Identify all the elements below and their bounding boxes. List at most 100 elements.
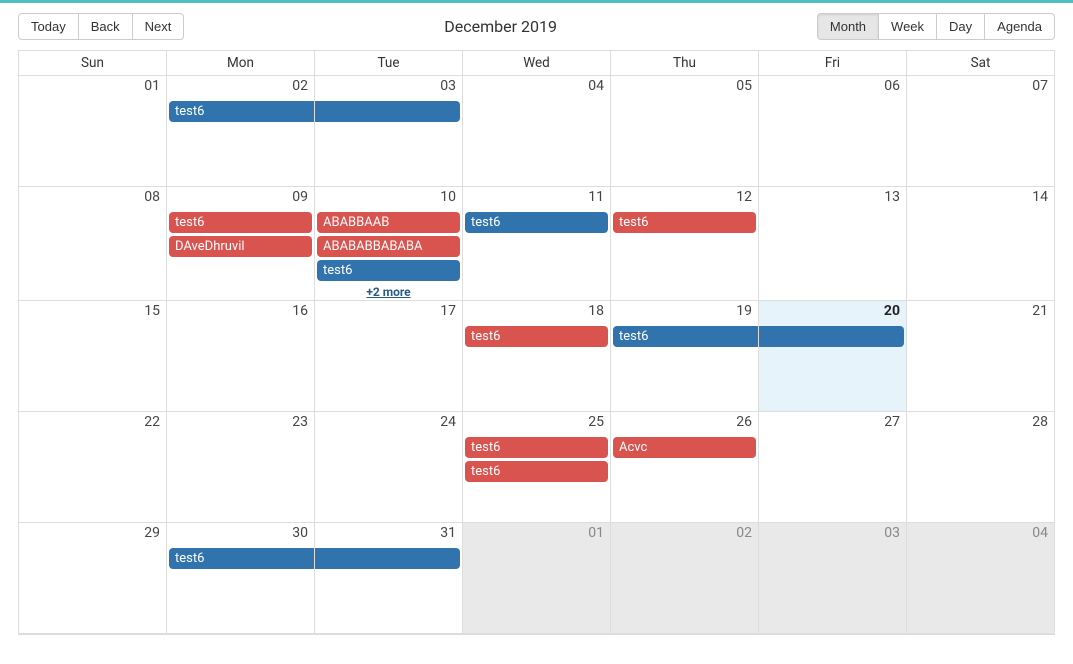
date-number: 12	[736, 189, 752, 205]
calendar-toolbar: Today Back Next December 2019 Month Week…	[0, 3, 1073, 50]
day-cell[interactable]: 03	[759, 523, 907, 633]
date-number: 16	[292, 303, 308, 319]
calendar-event[interactable]: test6	[317, 260, 460, 281]
week-row: 0809test6DAveDhruvil10ABABBAABABABABBABA…	[19, 187, 1054, 301]
date-number: 02	[292, 78, 308, 94]
date-number: 28	[1032, 414, 1048, 430]
calendar-event[interactable]: Acvc	[613, 437, 756, 458]
date-number: 20	[884, 303, 900, 319]
date-number: 24	[440, 414, 456, 430]
calendar-event[interactable]: test6	[169, 548, 314, 569]
date-number: 04	[588, 78, 604, 94]
calendar-event[interactable]: test6	[169, 101, 314, 122]
day-cell[interactable]: 18 test6	[463, 301, 611, 411]
day-cell[interactable]: 01	[19, 76, 167, 186]
day-cell[interactable]: 04	[907, 523, 1054, 633]
day-cell[interactable]: 02 test6	[167, 76, 315, 186]
week-row: 15 16 17 18 test6 19 test6 20 21	[19, 301, 1054, 412]
back-button[interactable]: Back	[79, 13, 133, 40]
date-number: 07	[1032, 78, 1048, 94]
date-number: 25	[588, 414, 604, 430]
view-button-group: Month Week Day Agenda	[817, 13, 1055, 40]
date-number: 29	[144, 525, 160, 541]
date-number: 01	[588, 525, 604, 541]
date-number: 19	[736, 303, 752, 319]
calendar-event[interactable]: test6	[613, 326, 758, 347]
date-number: 18	[588, 303, 604, 319]
calendar-event[interactable]: test6	[465, 212, 608, 233]
date-number: 09	[292, 189, 308, 205]
day-cell[interactable]: 29	[19, 523, 167, 633]
day-header: Wed	[463, 51, 611, 76]
view-week-button[interactable]: Week	[879, 13, 937, 40]
calendar-event[interactable]: ABABABBABABA	[317, 236, 460, 257]
day-cell[interactable]: 17	[315, 301, 463, 411]
day-cell[interactable]: 30 test6	[167, 523, 315, 633]
day-cell[interactable]: 27	[759, 412, 907, 522]
date-number: 23	[292, 414, 308, 430]
day-cell[interactable]: 15	[19, 301, 167, 411]
day-cell[interactable]: 19 test6	[611, 301, 759, 411]
day-cell[interactable]: 14	[907, 187, 1054, 300]
date-number: 30	[292, 525, 308, 541]
day-cell[interactable]: 07	[907, 76, 1054, 186]
calendar-event[interactable]: test6	[465, 437, 608, 458]
day-cell[interactable]: 01	[463, 523, 611, 633]
calendar-event[interactable]	[315, 101, 460, 122]
date-number: 21	[1032, 303, 1048, 319]
day-cell[interactable]: 10ABABBAABABABABBABABAtest6+2 more	[315, 187, 463, 300]
view-month-button[interactable]: Month	[817, 13, 879, 40]
date-number: 11	[588, 189, 604, 205]
date-number: 14	[1032, 189, 1048, 205]
date-number: 04	[1032, 525, 1048, 541]
day-cell[interactable]: 08	[19, 187, 167, 300]
calendar-event[interactable]: test6	[169, 212, 312, 233]
day-cell[interactable]: 28	[907, 412, 1054, 522]
calendar-title: December 2019	[184, 17, 817, 36]
week-row: 29 30 test6 31 01 02 03 04	[19, 523, 1054, 634]
next-button[interactable]: Next	[133, 13, 185, 40]
calendar-event[interactable]	[759, 326, 904, 347]
date-number: 13	[884, 189, 900, 205]
day-cell[interactable]: 23	[167, 412, 315, 522]
date-number: 02	[736, 525, 752, 541]
date-number: 01	[144, 78, 160, 94]
day-header: Tue	[315, 51, 463, 76]
day-cell[interactable]: 04	[463, 76, 611, 186]
day-header: Mon	[167, 51, 315, 76]
calendar-grid: SunMonTueWedThuFriSat 0102test6030405060…	[18, 50, 1055, 635]
day-cell[interactable]: 05	[611, 76, 759, 186]
day-cell[interactable]: 13	[759, 187, 907, 300]
date-number: 31	[440, 525, 456, 541]
view-agenda-button[interactable]: Agenda	[985, 13, 1055, 40]
week-row: 22 23 24 25 test6 test626Acvc 27 28	[19, 412, 1054, 523]
day-cell[interactable]: 26Acvc	[611, 412, 759, 522]
day-cell[interactable]: 31	[315, 523, 463, 633]
calendar-event[interactable]: test6	[613, 212, 756, 233]
date-number: 03	[884, 525, 900, 541]
day-cell[interactable]: 09 test6 DAveDhruvil	[167, 187, 315, 300]
today-button[interactable]: Today	[18, 13, 79, 40]
day-cell[interactable]: 11 test6	[463, 187, 611, 300]
calendar-event[interactable]	[315, 548, 460, 569]
day-cell[interactable]: 25 test6 test6	[463, 412, 611, 522]
nav-button-group: Today Back Next	[18, 13, 184, 40]
day-header: Thu	[611, 51, 759, 76]
day-cell[interactable]: 02	[611, 523, 759, 633]
day-cell[interactable]: 24	[315, 412, 463, 522]
date-number: 27	[884, 414, 900, 430]
day-cell[interactable]: 21	[907, 301, 1054, 411]
day-cell[interactable]: 16	[167, 301, 315, 411]
view-day-button[interactable]: Day	[937, 13, 985, 40]
day-cell[interactable]: 12 test6	[611, 187, 759, 300]
show-more-link[interactable]: +2 more	[315, 284, 462, 300]
day-cell[interactable]: 03	[315, 76, 463, 186]
calendar-event[interactable]: test6	[465, 326, 608, 347]
calendar-event[interactable]: DAveDhruvil	[169, 236, 312, 257]
day-cell[interactable]: 20	[759, 301, 907, 411]
calendar-event[interactable]: ABABBAAB	[317, 212, 460, 233]
date-number: 22	[144, 414, 160, 430]
day-cell[interactable]: 06	[759, 76, 907, 186]
day-cell[interactable]: 22	[19, 412, 167, 522]
calendar-event[interactable]: test6	[465, 461, 608, 482]
